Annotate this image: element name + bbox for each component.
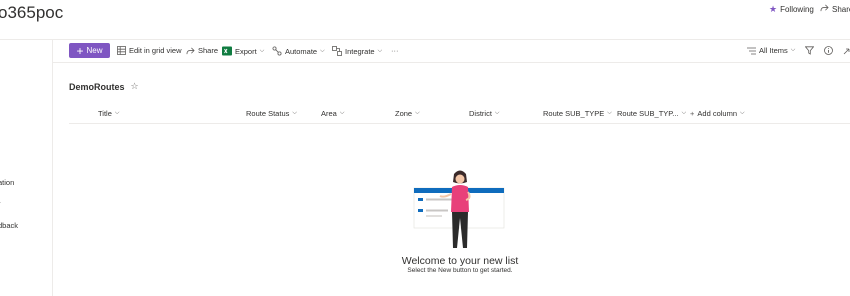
chevron-down-icon: ⌵ (681, 110, 687, 116)
add-column-button[interactable]: + Add column ⌵ (690, 109, 745, 118)
column-header-route-status[interactable]: Route Status ⌵ (246, 109, 297, 118)
export-label: Export (235, 46, 257, 56)
expand-icon (843, 46, 850, 55)
favorite-star-icon[interactable]: ☆ (131, 81, 139, 92)
illustration-row-marker (418, 198, 423, 201)
empty-list-illustration (413, 170, 505, 248)
commandbar-divider (53, 62, 850, 63)
header-share-button[interactable]: Share (820, 4, 850, 14)
chevron-down-icon: ⌵ (114, 110, 120, 116)
column-header-title[interactable]: Title ⌵ (98, 109, 119, 118)
chevron-down-icon: ⌵ (415, 110, 420, 116)
illustration-row-line (426, 209, 448, 212)
filter-button[interactable] (805, 46, 814, 55)
automate-button[interactable]: Automate ⌵ (272, 46, 325, 56)
site-title[interactable]: o365poc (0, 3, 63, 23)
column-header-area[interactable]: Area ⌵ (321, 109, 344, 118)
column-header-divider (69, 123, 850, 124)
integrate-label: Integrate (345, 46, 375, 56)
column-label: Route SUB_TYP... (617, 109, 679, 118)
nav-item-navigation[interactable]: ation (0, 178, 14, 187)
chevron-down-icon: ⌵ (339, 110, 345, 116)
column-header-route-sub-type-2[interactable]: Route SUB_TYP... ⌵ (617, 109, 686, 118)
share-icon (820, 4, 829, 14)
illustration-row-line (426, 198, 452, 201)
header-share-label: Share (832, 4, 850, 14)
column-label: Area (321, 109, 337, 118)
column-header-district[interactable]: District ⌵ (469, 109, 499, 118)
chevron-down-icon: ⌵ (259, 47, 265, 54)
share-label: Share (198, 46, 219, 55)
share-icon (186, 47, 195, 55)
excel-icon (222, 46, 232, 56)
chevron-down-icon: ⌵ (494, 110, 500, 116)
filter-icon (805, 46, 814, 55)
edit-grid-view-button[interactable]: Edit in grid view (117, 46, 182, 55)
illustration-pants (452, 212, 468, 248)
info-icon (824, 46, 833, 55)
column-label: Route SUB_TYPE (543, 109, 605, 118)
following-button[interactable]: ★ Following (769, 4, 814, 15)
plus-icon: + (690, 109, 695, 118)
nav-item-feedback[interactable]: dback (0, 221, 18, 230)
empty-state-subtitle: Select the New button to get started. (407, 267, 513, 274)
more-icon: ··· (391, 46, 399, 55)
grid-icon (117, 46, 126, 55)
integrate-button[interactable]: Integrate ⌵ (332, 46, 382, 56)
column-header-zone[interactable]: Zone ⌵ (395, 109, 420, 118)
list-title-row: DemoRoutes ☆ (69, 81, 139, 92)
column-header-route-sub-type[interactable]: Route SUB_TYPE ⌵ (543, 109, 612, 118)
illustration-row-marker (418, 209, 423, 212)
column-label: Title (98, 109, 112, 118)
chevron-down-icon: ⌵ (740, 110, 745, 116)
view-list-icon (747, 47, 756, 55)
star-filled-icon: ★ (769, 4, 778, 14)
view-selector[interactable]: All Items ⌵ (747, 46, 795, 55)
chevron-down-icon: ⌵ (790, 47, 796, 53)
left-nav-divider (52, 40, 53, 296)
illustration-shirt (451, 185, 469, 212)
more-button[interactable]: ··· (391, 46, 399, 55)
list-title: DemoRoutes (69, 81, 125, 92)
edit-grid-label: Edit in grid view (129, 46, 182, 55)
empty-state-title: Welcome to your new list (401, 255, 519, 267)
nav-item-recycle-bin[interactable]: r (0, 199, 1, 208)
export-button[interactable]: Export ⌵ (222, 46, 264, 56)
column-label: Zone (395, 109, 413, 118)
integrate-icon (332, 46, 342, 56)
expand-button[interactable] (843, 46, 850, 55)
plus-icon: + (76, 43, 84, 58)
new-button[interactable]: + New (69, 43, 110, 58)
illustration-head (455, 174, 465, 184)
chevron-down-icon: ⌵ (607, 110, 612, 116)
new-label: New (86, 46, 103, 55)
following-label: Following (780, 5, 814, 14)
chevron-down-icon: ⌵ (320, 47, 325, 54)
header-divider (0, 39, 850, 40)
share-button[interactable]: Share (186, 46, 218, 55)
chevron-down-icon: ⌵ (377, 47, 383, 54)
column-label: District (469, 109, 492, 118)
view-label: All Items (759, 46, 788, 55)
automate-icon (272, 46, 282, 56)
info-button[interactable] (824, 46, 833, 55)
chevron-down-icon: ⌵ (292, 110, 297, 116)
add-column-label: Add column (697, 109, 737, 118)
automate-label: Automate (285, 46, 318, 56)
column-label: Route Status (246, 109, 290, 118)
illustration-row-line (426, 215, 442, 217)
